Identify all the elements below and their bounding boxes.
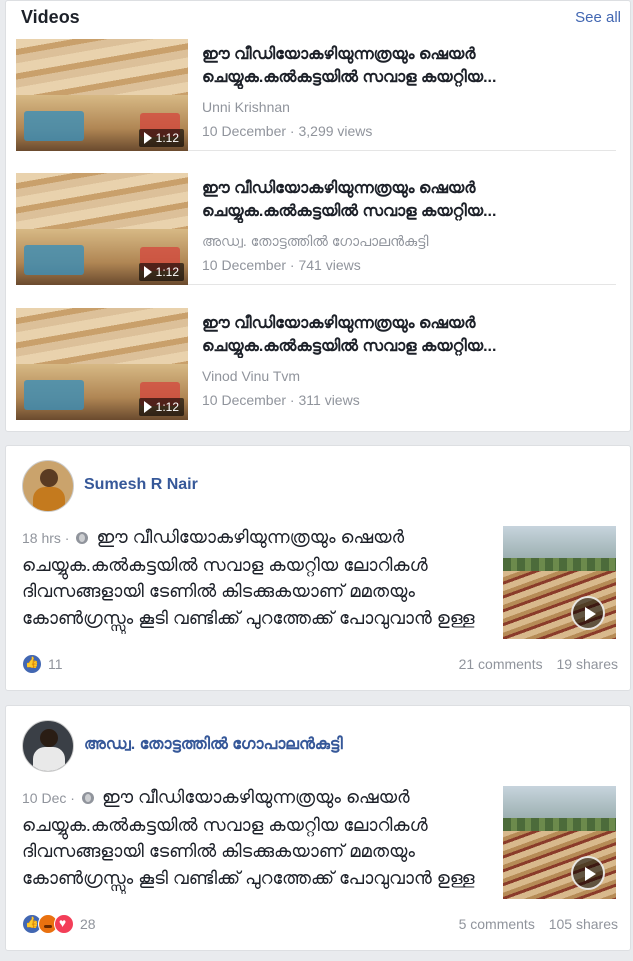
like-icon xyxy=(22,654,42,674)
post-card: അഡ്വ. തോട്ടത്തിൽ ഗോപാലൻകുട്ടി 10 Dec · ഈ… xyxy=(5,705,631,951)
video-item[interactable]: 1:12 ഈ വീഡിയോകഴിയുന്നത്രയും ഷെയർ ചെയ്യുക… xyxy=(16,308,616,420)
comments-count[interactable]: 5 comments xyxy=(459,916,535,932)
video-thumbnail[interactable]: 1:12 xyxy=(16,308,188,420)
post-text: ഈ വീഡിയോകഴിയുന്നത്രയും ഷെയർ ചെയ്യുക.കൽകട… xyxy=(22,527,475,628)
globe-icon xyxy=(81,792,94,805)
video-author[interactable]: Unni Krishnan xyxy=(202,99,612,119)
videos-header: Videos See all xyxy=(21,7,621,29)
play-icon xyxy=(143,266,152,278)
post-author[interactable]: അഡ്വ. തോട്ടത്തിൽ ഗോപാലൻകുട്ടി xyxy=(84,736,343,754)
play-icon xyxy=(143,401,152,413)
video-duration: 1:12 xyxy=(138,398,184,416)
post-text-block: 18 hrs · ഈ വീഡിയോകഴിയുന്നത്രയും ഷെയർ ചെയ… xyxy=(22,524,492,634)
reactions[interactable]: 11 xyxy=(22,654,63,674)
see-all-link[interactable]: See all xyxy=(575,9,621,26)
video-item[interactable]: 1:12 ഈ വീഡിയോകഴിയുന്നത്രയും ഷെയർ ചെയ്യുക… xyxy=(16,173,616,285)
post-timestamp[interactable]: 18 hrs · xyxy=(22,530,69,546)
shares-count[interactable]: 19 shares xyxy=(557,656,618,672)
post-video-thumbnail[interactable] xyxy=(503,526,616,639)
videos-title: Videos xyxy=(21,7,80,27)
post-author[interactable]: Sumesh R Nair xyxy=(84,476,198,494)
post-footer: 28 5 comments 105 shares xyxy=(22,912,618,934)
video-author[interactable]: Vinod Vinu Tvm xyxy=(202,368,612,388)
play-icon xyxy=(143,132,152,144)
globe-icon xyxy=(76,532,89,545)
shares-count[interactable]: 105 shares xyxy=(549,916,618,932)
reactions-count[interactable]: 11 xyxy=(48,656,63,672)
video-meta: 10 December · 741 views xyxy=(202,257,361,273)
video-title[interactable]: ഈ വീഡിയോകഴിയുന്നത്രയും ഷെയർ ചെയ്യുക.കൽകട… xyxy=(202,312,612,358)
post-footer: 11 21 comments 19 shares xyxy=(22,652,618,674)
avatar[interactable] xyxy=(22,460,74,512)
video-title[interactable]: ഈ വീഡിയോകഴിയുന്നത്രയും ഷെയർ ചെയ്യുക.കൽകട… xyxy=(202,43,612,89)
reactions[interactable]: 28 xyxy=(22,914,96,934)
post-timestamp[interactable]: 10 Dec · xyxy=(22,790,75,806)
video-thumbnail[interactable]: 1:12 xyxy=(16,39,188,151)
videos-section: Videos See all 1:12 ഈ വീഡിയോകഴിയുന്നത്രയ… xyxy=(5,0,631,432)
video-meta: 10 December · 3,299 views xyxy=(202,123,373,139)
play-button-icon[interactable] xyxy=(571,596,605,630)
video-duration: 1:12 xyxy=(138,263,184,281)
video-thumbnail[interactable]: 1:12 xyxy=(16,173,188,285)
play-button-icon[interactable] xyxy=(571,856,605,890)
video-author[interactable]: അഡ്വ. തോട്ടത്തിൽ ഗോപാലൻകുട്ടി xyxy=(202,233,612,253)
video-title[interactable]: ഈ വീഡിയോകഴിയുന്നത്രയും ഷെയർ ചെയ്യുക.കൽകട… xyxy=(202,177,612,223)
post-card: Sumesh R Nair 18 hrs · ഈ വീഡിയോകഴിയുന്നത… xyxy=(5,445,631,691)
video-meta: 10 December · 311 views xyxy=(202,392,360,408)
post-video-thumbnail[interactable] xyxy=(503,786,616,899)
post-text-block: 10 Dec · ഈ വീഡിയോകഴിയുന്നത്രയും ഷെയർ ചെയ… xyxy=(22,784,492,894)
comments-count[interactable]: 21 comments xyxy=(459,656,543,672)
video-item[interactable]: 1:12 ഈ വീഡിയോകഴിയുന്നത്രയും ഷെയർ ചെയ്യുക… xyxy=(16,39,616,151)
video-duration: 1:12 xyxy=(138,129,184,147)
avatar[interactable] xyxy=(22,720,74,772)
love-icon xyxy=(54,914,74,934)
reactions-count[interactable]: 28 xyxy=(80,916,96,932)
